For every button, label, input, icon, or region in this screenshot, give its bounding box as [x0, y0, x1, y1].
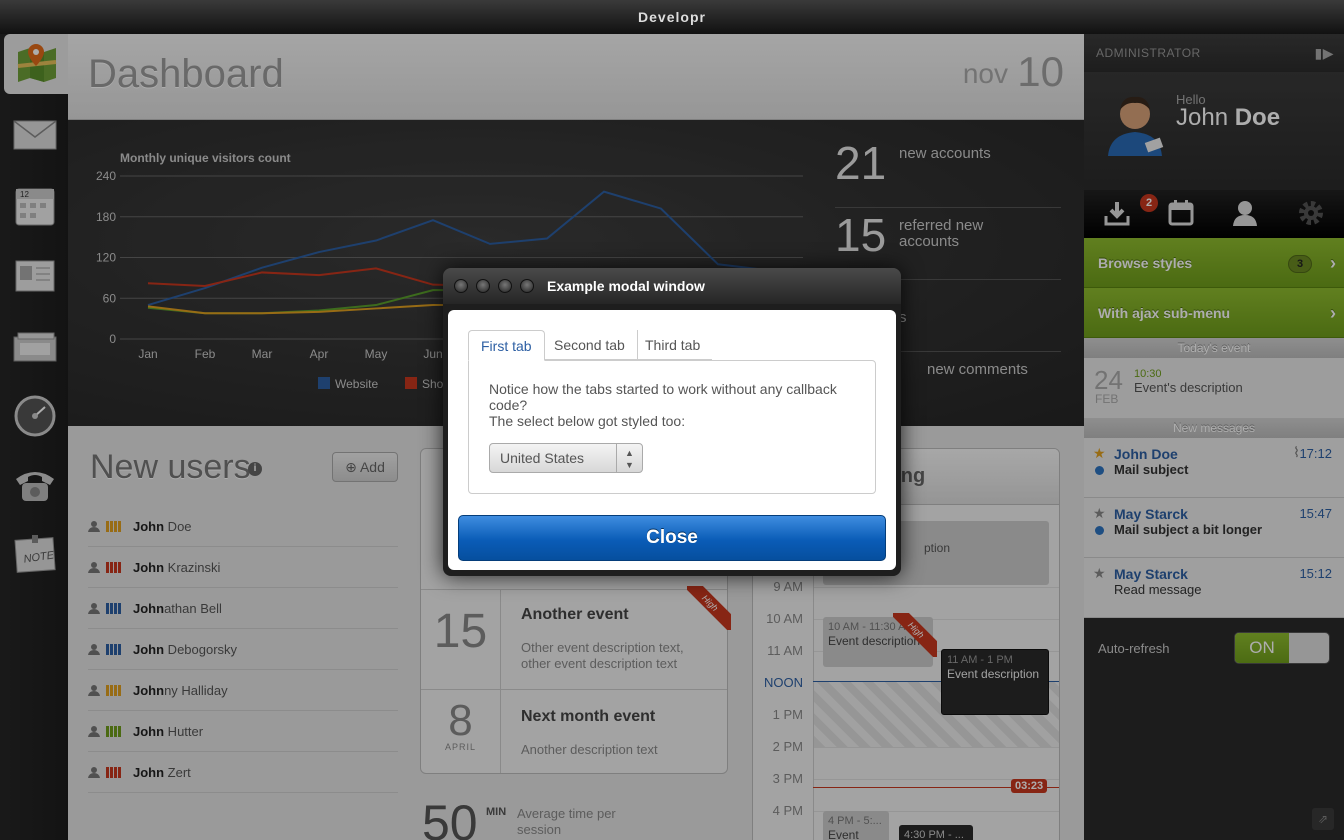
select-label: The select below got styled too: — [489, 413, 686, 429]
modal-title: Example modal window — [547, 278, 705, 294]
modal-extra-dot[interactable] — [520, 279, 534, 293]
tab-panel: Notice how the tabs started to work with… — [468, 360, 876, 494]
country-select[interactable]: United States ▲ ▼ — [489, 443, 643, 473]
modal-minimize-dot[interactable] — [476, 279, 490, 293]
notice-text: Notice how the tabs started to work with… — [489, 381, 837, 413]
tab-third[interactable]: Third tab — [633, 330, 713, 360]
modal-close-dot[interactable] — [454, 279, 468, 293]
app-titlebar: Developr — [0, 0, 1344, 34]
modal-titlebar: Example modal window — [443, 268, 901, 304]
select-arrows-icon: ▲ ▼ — [616, 444, 642, 472]
select-value: United States — [500, 450, 585, 466]
modal-body: First tab Second tab Third tab Notice ho… — [448, 310, 896, 570]
modal-window: Example modal window First tab Second ta… — [443, 268, 901, 576]
tab-first[interactable]: First tab — [468, 330, 545, 361]
tab-second[interactable]: Second tab — [542, 330, 638, 360]
modal-maximize-dot[interactable] — [498, 279, 512, 293]
close-button[interactable]: Close — [458, 515, 886, 561]
